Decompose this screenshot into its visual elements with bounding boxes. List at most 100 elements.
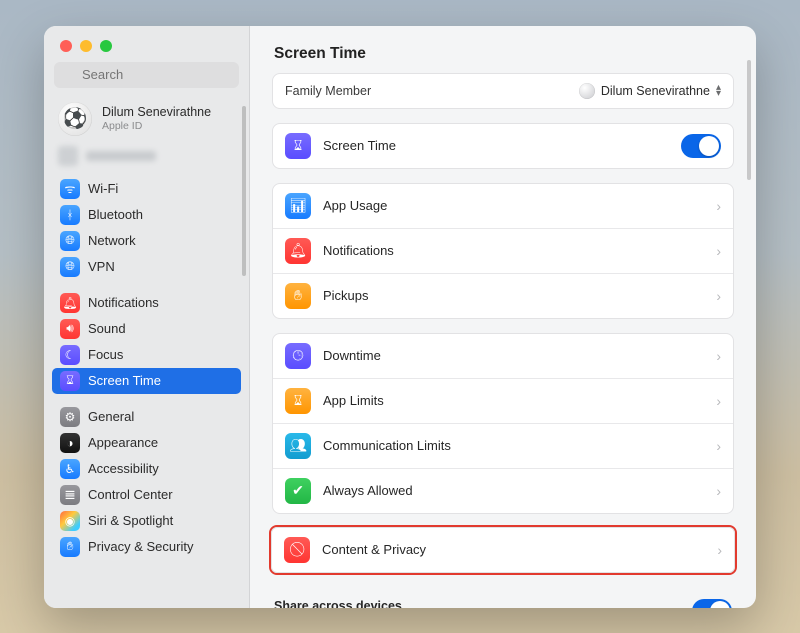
zoom-window-button[interactable] bbox=[100, 40, 112, 52]
account-sub: Apple ID bbox=[102, 120, 211, 132]
usage-row-notifmain[interactable]: 🔔︎Notifications› bbox=[273, 229, 733, 274]
siri-icon: ◉ bbox=[60, 511, 80, 531]
sidebar-scrollbar[interactable] bbox=[242, 106, 246, 276]
hourglass-icon: ⌛︎ bbox=[285, 133, 311, 159]
sidebar-item-appearance[interactable]: ◑Appearance bbox=[52, 430, 241, 456]
content-privacy-row[interactable]: 🚫︎ Content & Privacy › bbox=[272, 528, 734, 572]
avatar: ⚽ bbox=[58, 102, 92, 136]
sidebar-item-label: Network bbox=[88, 233, 136, 248]
no-entry-icon: 🚫︎ bbox=[284, 537, 310, 563]
share-across-toggle[interactable] bbox=[692, 599, 732, 608]
sidebar-item-sound[interactable]: 🔊︎ Sound bbox=[52, 316, 241, 342]
limits-row-applimits[interactable]: ⌛︎App Limits› bbox=[273, 379, 733, 424]
limits-row-commlimits[interactable]: 👥︎ Communication Limits › bbox=[273, 424, 733, 469]
downtime-label: Downtime bbox=[323, 348, 704, 363]
gear-icon: ⚙︎ bbox=[60, 407, 80, 427]
chevron-right-icon: › bbox=[717, 542, 722, 558]
sidebar-item-general[interactable]: ⚙︎ General bbox=[52, 404, 241, 430]
search-container: 🔍︎ bbox=[44, 62, 249, 96]
sidebar-item-label: Bluetooth bbox=[88, 207, 143, 222]
family-member-select[interactable]: Dilum Senevirathne ▴▾ bbox=[579, 83, 721, 99]
sidebar-item-network[interactable]: 🌐︎Network bbox=[52, 228, 241, 254]
wifi-icon: ᯤ bbox=[60, 179, 80, 199]
family-member-avatar-icon bbox=[579, 83, 595, 99]
usage-row-appusage[interactable]: 📊︎App Usage› bbox=[273, 184, 733, 229]
sidebar-item-wifi[interactable]: ᯤ Wi-Fi bbox=[52, 176, 241, 202]
screen-time-toggle[interactable] bbox=[681, 134, 721, 158]
sidebar-item-label: Privacy & Security bbox=[88, 539, 193, 554]
chevron-right-icon: › bbox=[716, 198, 721, 214]
sidebar-item-label: Focus bbox=[88, 347, 123, 362]
window-controls bbox=[44, 26, 249, 62]
main-panel: Screen Time Family Member Dilum Senevira… bbox=[250, 26, 756, 608]
account-text: Dilum Senevirathne Apple ID bbox=[102, 105, 211, 131]
sliders-icon: 𝌆 bbox=[60, 485, 80, 505]
sidebar-item-label: Accessibility bbox=[88, 461, 159, 476]
account-name: Dilum Senevirathne bbox=[102, 105, 211, 119]
sidebar-item-screentime[interactable]: ⌛︎ Screen Time bbox=[52, 368, 241, 394]
chevron-right-icon: › bbox=[716, 393, 721, 409]
notifmain-icon: 🔔︎ bbox=[285, 238, 311, 264]
apple-id-account[interactable]: ⚽ Dilum Senevirathne Apple ID bbox=[44, 96, 249, 144]
accessibility-icon: ♿︎ bbox=[60, 459, 80, 479]
chevron-right-icon: › bbox=[716, 438, 721, 454]
chevron-right-icon: › bbox=[716, 288, 721, 304]
sidebar-item-vpn[interactable]: 🌐︎VPN bbox=[52, 254, 241, 280]
main-scrollbar[interactable] bbox=[747, 60, 751, 180]
sidebar-item-focus[interactable]: ☾ Focus bbox=[52, 342, 241, 368]
speaker-icon: 🔊︎ bbox=[60, 319, 80, 339]
limits-row-downtime[interactable]: 🕒︎Downtime› bbox=[273, 334, 733, 379]
content-privacy-section: 🚫︎ Content & Privacy › bbox=[271, 527, 735, 573]
limits-row-always[interactable]: ✔︎Always Allowed› bbox=[273, 469, 733, 513]
share-across-title: Share across devices bbox=[274, 599, 676, 608]
sidebar-item-controlcenter[interactable]: 𝌆 Control Center bbox=[52, 482, 241, 508]
sidebar-item-privacy[interactable]: ✋︎ Privacy & Security bbox=[52, 534, 241, 560]
sidebar-item-accessibility[interactable]: ♿︎ Accessibility bbox=[52, 456, 241, 482]
pickups-label: Pickups bbox=[323, 288, 704, 303]
minimize-window-button[interactable] bbox=[80, 40, 92, 52]
family-member-section: Family Member Dilum Senevirathne ▴▾ bbox=[272, 73, 734, 109]
usage-row-pickups[interactable]: ✋︎ Pickups › bbox=[273, 274, 733, 318]
sidebar-item-label: Control Center bbox=[88, 487, 173, 502]
updown-icon: ▴▾ bbox=[716, 85, 721, 96]
sidebar-item-label: General bbox=[88, 409, 134, 424]
settings-window: 🔍︎ ⚽ Dilum Senevirathne Apple ID ᯤ Wi-Fi ᚼ… bbox=[44, 26, 756, 608]
redacted-sidebar-row bbox=[44, 144, 249, 176]
screen-time-toggle-label: Screen Time bbox=[323, 138, 669, 153]
hourglass-icon: ⌛︎ bbox=[60, 371, 80, 391]
vpn-icon: 🌐︎ bbox=[60, 257, 80, 277]
moon-icon: ☾ bbox=[60, 345, 80, 365]
sidebar-item-bluetooth[interactable]: ᚼ Bluetooth bbox=[52, 202, 241, 228]
pickups-icon: ✋︎ bbox=[285, 283, 311, 309]
always-icon: ✔︎ bbox=[285, 478, 311, 504]
main-scroll[interactable]: Family Member Dilum Senevirathne ▴▾ ⌛︎ S… bbox=[250, 73, 756, 608]
sidebar-list[interactable]: ᯤWi-FiᚼBluetooth🌐︎Network🌐︎VPN🔔︎Notifica… bbox=[44, 176, 249, 608]
sidebar: 🔍︎ ⚽ Dilum Senevirathne Apple ID ᯤ Wi-Fi ᚼ… bbox=[44, 26, 250, 608]
bell-icon: 🔔︎ bbox=[60, 293, 80, 313]
hand-icon: ✋︎ bbox=[60, 537, 80, 557]
commlimits-label: Communication Limits bbox=[323, 438, 704, 453]
screen-time-toggle-row: ⌛︎ Screen Time bbox=[273, 124, 733, 168]
usage-section: 📊︎App Usage› 🔔︎ Notifications › ✋︎ Pickups › bbox=[272, 183, 734, 319]
family-member-row[interactable]: Family Member Dilum Senevirathne ▴▾ bbox=[273, 74, 733, 108]
applimits-icon: ⌛︎ bbox=[285, 388, 311, 414]
sidebar-item-siri[interactable]: ◉ Siri & Spotlight bbox=[52, 508, 241, 534]
notifmain-label: Notifications bbox=[323, 243, 704, 258]
sidebar-item-label: Wi-Fi bbox=[88, 181, 118, 196]
family-member-label: Family Member bbox=[285, 84, 371, 98]
share-across-devices-row: Share across devices You can enable this… bbox=[272, 589, 734, 608]
sidebar-item-label: Siri & Spotlight bbox=[88, 513, 173, 528]
close-window-button[interactable] bbox=[60, 40, 72, 52]
sidebar-item-label: Sound bbox=[88, 321, 126, 336]
family-member-value: Dilum Senevirathne bbox=[601, 84, 710, 98]
commlimits-icon: 👥︎ bbox=[285, 433, 311, 459]
sidebar-item-notifications[interactable]: 🔔︎ Notifications bbox=[52, 290, 241, 316]
search-input[interactable] bbox=[54, 62, 239, 88]
content-privacy-label: Content & Privacy bbox=[322, 542, 705, 557]
downtime-icon: 🕒︎ bbox=[285, 343, 311, 369]
bluetooth-icon: ᚼ bbox=[60, 205, 80, 225]
sidebar-item-label: Screen Time bbox=[88, 373, 161, 388]
sidebar-item-label: Notifications bbox=[88, 295, 159, 310]
screen-time-toggle-section: ⌛︎ Screen Time bbox=[272, 123, 734, 169]
page-title: Screen Time bbox=[250, 26, 756, 73]
